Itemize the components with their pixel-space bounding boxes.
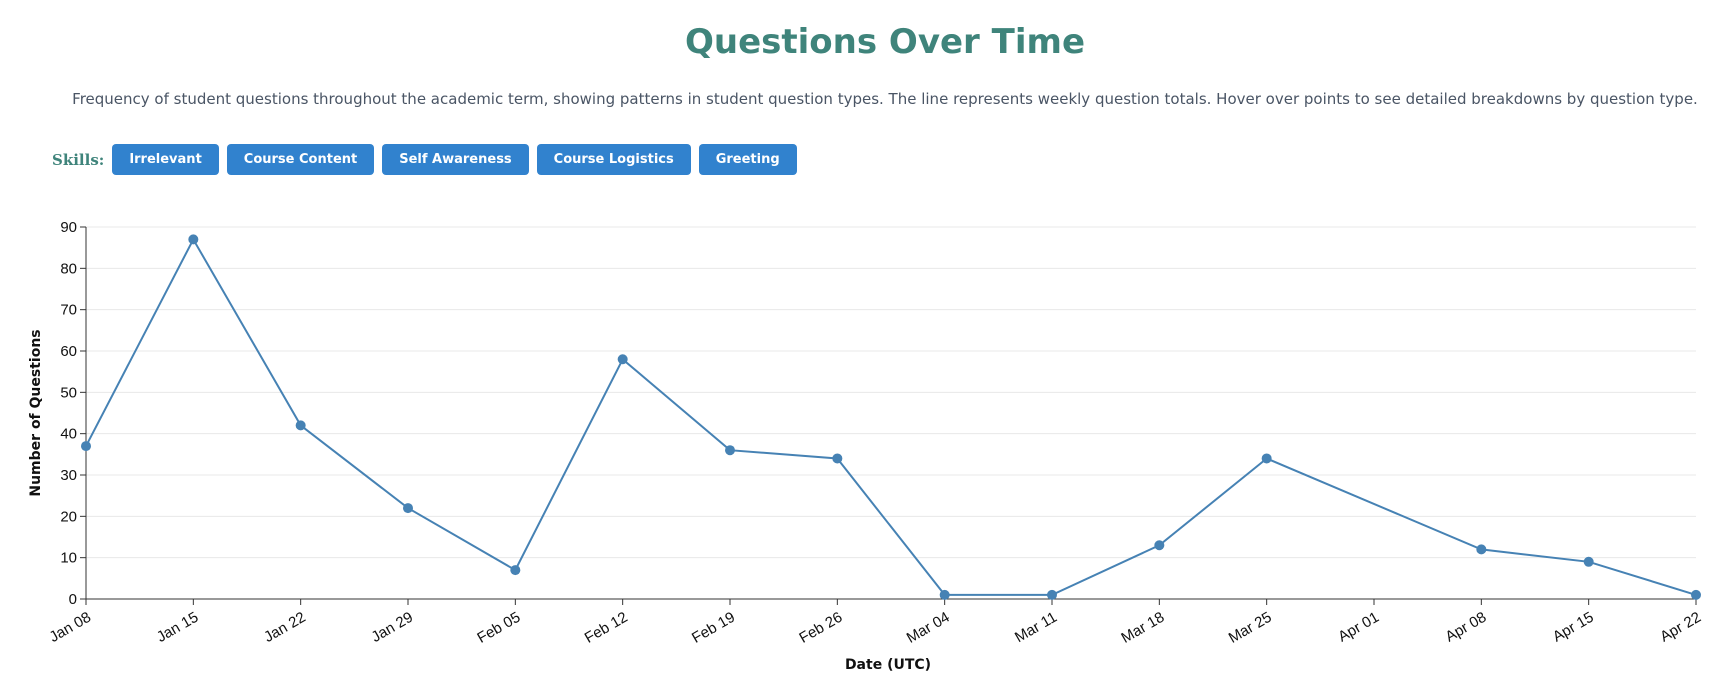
data-point[interactable]: Feb 05: 7 [510, 565, 521, 576]
data-point[interactable]: Jan 29: 22 [403, 503, 413, 514]
x-tick-label: Mar 04 [904, 609, 953, 647]
x-tick-label: Jan 29 [368, 609, 416, 646]
x-tick-label: Apr 08 [1443, 609, 1490, 646]
data-point[interactable]: Jan 08: 37 [81, 441, 91, 452]
x-tick-label: Jan 08 [46, 609, 94, 646]
y-tick-label: 10 [60, 550, 77, 567]
data-point[interactable]: Apr 15: 9 [1583, 556, 1594, 567]
data-point[interactable]: Mar 11: 1 [1047, 589, 1057, 600]
y-tick-label: 20 [60, 508, 77, 525]
y-tick-label: 90 [60, 219, 77, 236]
x-tick-label: Feb 05 [474, 609, 523, 647]
data-point[interactable]: Apr 22: 1 [1691, 589, 1701, 600]
x-tick-label: Jan 22 [261, 609, 309, 646]
chart-points[interactable]: Jan 08: 37 Jan 15: 87 Jan 22: 42 Jan 29: 22… [81, 234, 1701, 600]
y-tick-label: 30 [60, 467, 77, 484]
data-point[interactable]: Jan 22: 42 [295, 420, 306, 431]
data-point[interactable]: Apr 08: 12 [1476, 544, 1487, 555]
y-tick-label: 0 [69, 591, 77, 608]
x-tick-label: Apr 15 [1550, 609, 1597, 646]
data-point[interactable]: Feb 12: 58 [617, 354, 628, 365]
y-axis-title: Number of Questions [28, 329, 44, 496]
data-point[interactable]: Mar 25: 34 [1261, 453, 1272, 464]
x-tick-label: Apr 22 [1657, 609, 1704, 646]
y-tick-label: 40 [60, 426, 77, 443]
y-tick-label: 50 [60, 384, 77, 401]
x-tick-label: Mar 11 [1012, 609, 1060, 647]
x-tick-label: Feb 12 [582, 609, 631, 647]
x-tick-label: Feb 26 [796, 609, 845, 647]
x-tick-label: Mar 18 [1118, 609, 1167, 647]
data-point[interactable]: Mar 04: 1 [939, 589, 950, 600]
y-tick-label: 60 [60, 343, 77, 360]
chart-grid [86, 226, 1696, 559]
chart-axes: 0 10 20 30 40 50 60 70 80 90 Jan 08 Jan 15 Jan 22 Jan… [46, 219, 1704, 647]
chart-series-line [85, 237, 1697, 596]
data-point[interactable]: Mar 18: 13 [1154, 540, 1165, 551]
data-point[interactable]: Jan 15: 87 [188, 234, 199, 245]
x-axis-title: Date (UTC) [845, 657, 931, 673]
line-chart: 0 10 20 30 40 50 60 70 80 90 Jan 08 Jan 15 Jan 22 Jan… [28, 219, 1704, 673]
y-tick-label: 70 [60, 302, 77, 319]
x-tick-label: Mar 25 [1226, 609, 1275, 647]
data-point[interactable]: Feb 19: 36 [725, 445, 735, 456]
series-line [85, 237, 1697, 596]
y-tick-label: 80 [60, 260, 77, 277]
x-tick-label: Jan 15 [154, 609, 202, 646]
x-tick-label: Feb 19 [689, 609, 738, 647]
x-tick-label: Apr 01 [1335, 609, 1382, 646]
data-point[interactable]: Feb 26: 34 [832, 453, 843, 464]
